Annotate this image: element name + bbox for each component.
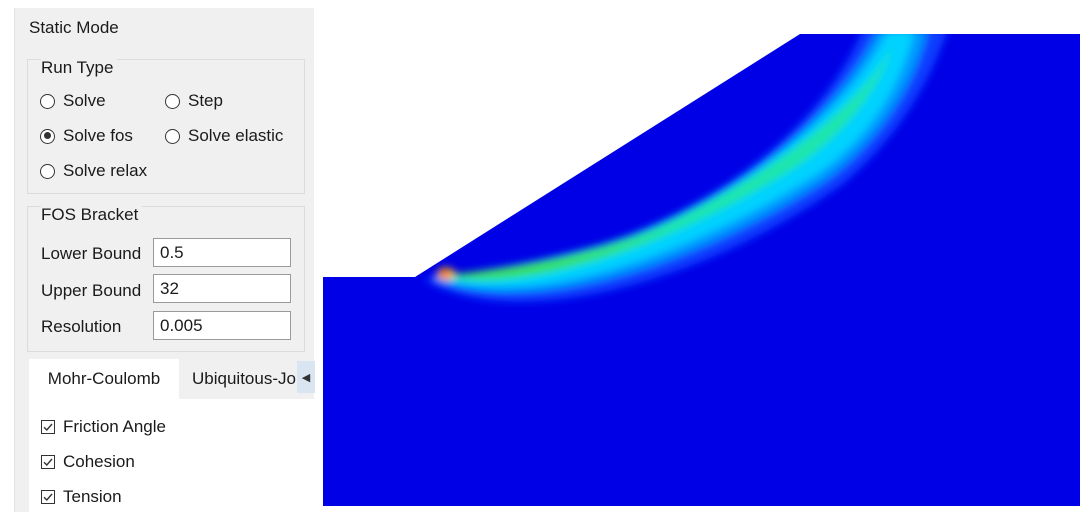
mohr-coulomb-tab-body: Friction Angle Cohesion Tension: [29, 399, 315, 512]
check-tension[interactable]: Tension: [41, 487, 122, 507]
tab-ubiquitous-joint[interactable]: Ubiquitous-Jo: [192, 359, 302, 399]
radio-step-label: Step: [188, 91, 223, 110]
radio-solve-relax[interactable]: Solve relax: [40, 161, 147, 181]
radio-solve-relax-indicator[interactable]: [40, 163, 55, 179]
checkmark-icon: [43, 423, 53, 432]
upper-bound-input[interactable]: [153, 274, 291, 303]
radio-solve-indicator[interactable]: [40, 93, 55, 109]
slope-stability-contour-plot: [323, 34, 1080, 506]
run-type-title: Run Type: [41, 58, 118, 78]
checkmark-icon: [43, 493, 53, 502]
radio-solve-elastic[interactable]: Solve elastic: [165, 126, 283, 146]
fos-bracket-title: FOS Bracket: [41, 205, 143, 225]
radio-solve[interactable]: Solve: [40, 91, 106, 111]
resolution-label: Resolution: [41, 317, 122, 336]
panel-title: Static Mode: [29, 18, 119, 37]
resolution-input[interactable]: [153, 311, 291, 340]
static-mode-panel: Static Mode Run Type Solve Step Solve fo…: [14, 8, 315, 512]
constitutive-model-tabs: Mohr-Coulomb Ubiquitous-Jo ◀: [29, 359, 315, 399]
tab-mohr-coulomb[interactable]: Mohr-Coulomb: [29, 359, 179, 399]
cohesion-label: Cohesion: [63, 452, 135, 471]
checkbox-tension[interactable]: [41, 490, 55, 504]
upper-bound-label: Upper Bound: [41, 281, 142, 300]
radio-solve-fos-indicator[interactable]: [40, 128, 55, 144]
radio-step-indicator[interactable]: [165, 93, 180, 109]
triangle-left-icon: ◀: [301, 371, 311, 384]
tab-scroll-left-button[interactable]: ◀: [297, 361, 315, 393]
radio-step[interactable]: Step: [165, 91, 223, 111]
tension-label: Tension: [63, 487, 122, 506]
friction-angle-label: Friction Angle: [63, 417, 166, 436]
lower-bound-label: Lower Bound: [41, 244, 142, 263]
checkbox-friction-angle[interactable]: [41, 420, 55, 434]
radio-solve-elastic-indicator[interactable]: [165, 128, 180, 144]
check-cohesion[interactable]: Cohesion: [41, 452, 135, 472]
checkmark-icon: [43, 458, 53, 467]
radio-solve-fos-label: Solve fos: [63, 126, 133, 145]
radio-solve-fos[interactable]: Solve fos: [40, 126, 133, 146]
lower-bound-input[interactable]: [153, 238, 291, 267]
radio-solve-label: Solve: [63, 91, 106, 110]
strain-hotspot-red: [440, 270, 450, 278]
radio-solve-elastic-label: Solve elastic: [188, 126, 284, 145]
radio-solve-relax-label: Solve relax: [63, 161, 148, 180]
check-friction-angle[interactable]: Friction Angle: [41, 417, 166, 437]
checkbox-cohesion[interactable]: [41, 455, 55, 469]
slope-body: [323, 34, 1080, 506]
fos-bracket-group: FOS Bracket Lower Bound Upper Bound Reso…: [27, 205, 305, 352]
run-type-group: Run Type Solve Step Solve fos Solve elas…: [27, 58, 305, 194]
